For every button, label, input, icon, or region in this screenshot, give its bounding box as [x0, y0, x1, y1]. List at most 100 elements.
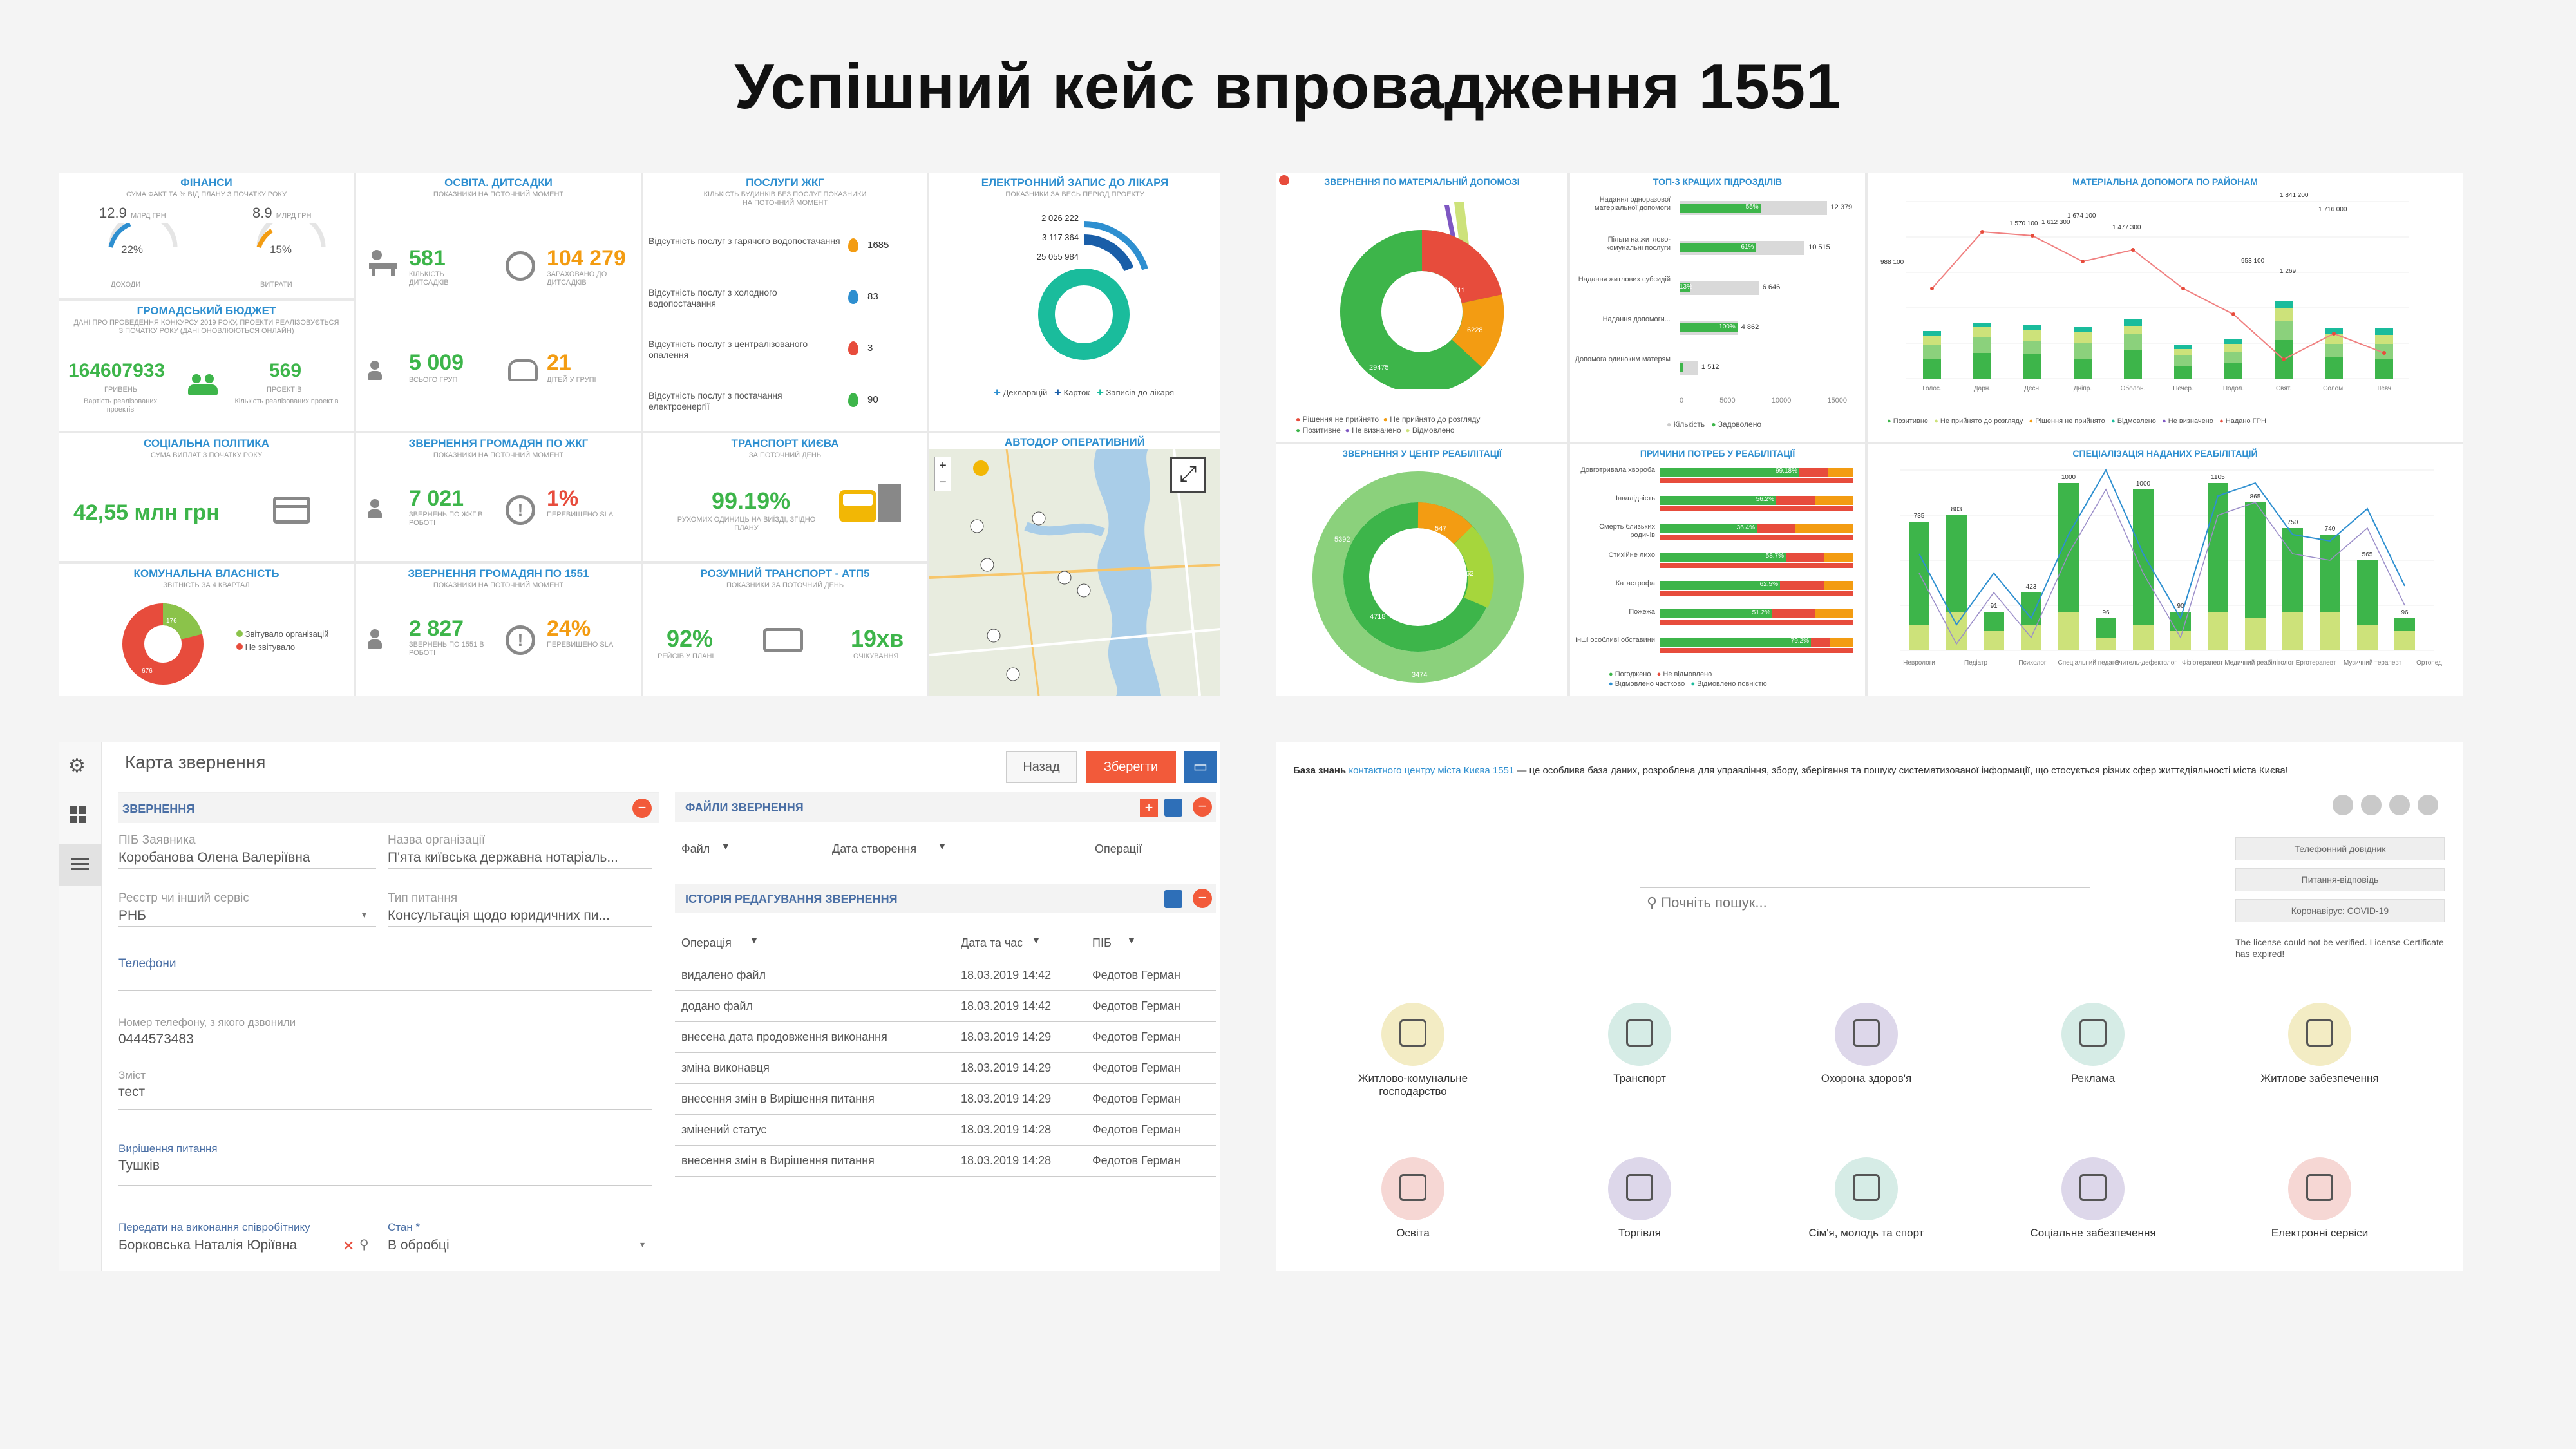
kb-category[interactable]: Електронні сервіси: [2236, 1157, 2403, 1240]
road-map-tile[interactable]: АВТОДОР ОПЕРАТИВНИЙ + − ⤢: [929, 433, 1220, 696]
history-col-date[interactable]: Дата та час: [961, 936, 1023, 950]
rehab-reasons-chart[interactable]: ПРИЧИНИ ПОТРЕБ У РЕАБІЛІТАЦІЇ Довготрива…: [1570, 444, 1865, 696]
chevron-down-icon[interactable]: ▾: [362, 909, 366, 920]
collapse-icon[interactable]: −: [1193, 889, 1212, 908]
export-icon[interactable]: [1164, 890, 1182, 908]
housing-services-tile[interactable]: ПОСЛУГИ ЖКГ КІЛЬКІСТЬ БУДИНКІВ БЕЗ ПОСЛУ…: [643, 173, 927, 431]
chevron-down-icon[interactable]: ▾: [640, 1239, 645, 1250]
housing-icon: [2288, 1003, 2351, 1066]
appeals-zhkg-subtitle: ПОКАЗНИКИ НА ПОТОЧНИЙ МОМЕНТ: [433, 451, 564, 459]
filter-icon[interactable]: ▼: [938, 841, 947, 851]
c3-bar-segment: [2023, 330, 2041, 341]
appeals-zhkg-count: 7 021: [409, 486, 464, 511]
kb-category[interactable]: Освіта: [1329, 1157, 1497, 1240]
history-col-who[interactable]: ПІБ: [1092, 936, 1112, 950]
rehab-center-chart[interactable]: ЗВЕРНЕННЯ У ЦЕНТР РЕАБІЛІТАЦІЇ 547 1962 …: [1276, 444, 1567, 696]
budget-tile[interactable]: ГРОМАДСЬКИЙ БЮДЖЕТ ДАНІ ПРО ПРОВЕДЕННЯ К…: [59, 301, 354, 431]
kb-category[interactable]: Сім'я, молодь та спорт: [1783, 1157, 1950, 1240]
callphone-field[interactable]: 0444573483: [118, 1032, 194, 1047]
history-col-op[interactable]: Операція: [681, 936, 732, 950]
clear-icon[interactable]: ✕: [343, 1238, 354, 1255]
budget-amount-label: ГРИВЕНЬ: [104, 386, 138, 393]
c3-x-tick: Солом.: [2323, 385, 2345, 392]
collapse-icon[interactable]: −: [632, 799, 652, 818]
c3-x-tick: Дарн.: [1974, 385, 1991, 392]
doctor-tile[interactable]: ЕЛЕКТРОННИЙ ЗАПИС ДО ЛІКАРЯ ПОКАЗНИКИ ЗА…: [929, 173, 1220, 431]
dashboard-icon[interactable]: [70, 806, 86, 823]
solution-textarea[interactable]: Тушків: [118, 1158, 160, 1173]
organization-select[interactable]: П'ята київська державна нотаріаль...: [388, 850, 618, 866]
budget-subtitle: ДАНІ ПРО ПРОВЕДЕННЯ КОНКУРСУ 2019 РОКУ, …: [73, 319, 339, 335]
district-aid-chart[interactable]: МАТЕРІАЛЬНА ДОПОМОГА ПО РАЙОНАМ Голос. Да…: [1868, 173, 2463, 442]
rehab-specialization-chart[interactable]: СПЕЦІАЛІЗАЦІЯ НАДАНИХ РЕАБІЛІТАЦІЙ 735 80…: [1868, 444, 2463, 696]
kb-category[interactable]: Охорона здоров'я: [1783, 1003, 1950, 1085]
finance-title: ФІНАНСИ: [180, 176, 232, 189]
question-type-select[interactable]: Консультація щодо юридичних пи...: [388, 908, 610, 923]
kb-intro-link[interactable]: контактного центру міста Києва 1551: [1349, 765, 1514, 776]
save-button[interactable]: Зберегти: [1086, 751, 1176, 783]
smart-transport-tile[interactable]: РОЗУМНИЙ ТРАНСПОРТ - АТП5 ПОКАЗНИКИ ЗА П…: [643, 564, 927, 696]
transport-tile[interactable]: ТРАНСПОРТ КИЄВА ЗА ПОТОЧНИЙ ДЕНЬ 99.19% …: [643, 433, 927, 561]
kb-category[interactable]: Соціальне забезпечення: [2009, 1157, 2177, 1240]
filter-icon[interactable]: ▼: [750, 935, 759, 945]
c5-bar-secondary: [1660, 535, 1853, 540]
kb-category[interactable]: Транспорт: [1556, 1003, 1723, 1085]
kb-category[interactable]: Житлово-комунальне господарство: [1329, 1003, 1497, 1098]
c3-bar-segment: [2375, 359, 2393, 379]
c2-leg-0: Кількість: [1673, 420, 1705, 429]
top-units-chart[interactable]: ТОП-3 КРАЩИХ ПІДРОЗДІЛІВ Надання однораз…: [1570, 173, 1865, 442]
covid-button[interactable]: Коронавірус: COVID-19: [2235, 899, 2445, 922]
content-textarea[interactable]: тест: [118, 1084, 145, 1100]
faq-button[interactable]: Питання-відповідь: [2235, 868, 2445, 891]
back-button[interactable]: Назад: [1006, 751, 1077, 783]
upload-icon[interactable]: [1164, 799, 1182, 817]
applicant-field[interactable]: Коробанова Олена Валеріївна: [118, 850, 310, 866]
map-zoom-in-button[interactable]: +: [935, 457, 951, 474]
social-tile[interactable]: СОЦІАЛЬНА ПОЛІТИКА СУМА ВИПЛАТ З ПОЧАТКУ…: [59, 433, 354, 561]
youtube-icon[interactable]: [2333, 795, 2353, 815]
filter-icon[interactable]: ▼: [1127, 935, 1136, 945]
kb-category[interactable]: Житлове забезпечення: [2236, 1003, 2403, 1085]
search-icon: ⚲: [1647, 895, 1658, 911]
appeals-1551-tile[interactable]: ЗВЕРНЕННЯ ГРОМАДЯН ПО 1551 ПОКАЗНИКИ НА …: [356, 564, 641, 696]
list-icon[interactable]: [59, 844, 102, 886]
collapse-icon[interactable]: −: [1193, 797, 1212, 817]
instagram-icon[interactable]: [2389, 795, 2410, 815]
search-icon[interactable]: ⚲: [359, 1236, 369, 1253]
telegram-icon[interactable]: [2418, 795, 2438, 815]
housing-row-label: Відсутність послуг з холодного водопоста…: [649, 287, 777, 308]
c5-bar-segment: [1772, 609, 1815, 618]
bus-icon: [839, 490, 876, 522]
filter-icon[interactable]: ▼: [721, 841, 730, 851]
c5-legend: ● Погоджено ● Не відмовлено ● Відмовлено…: [1609, 670, 1767, 688]
material-aid-chart[interactable]: ЗВЕРНЕННЯ ПО МАТЕРІАЛЬНІЙ ДОПОМОЗІ 5711 …: [1276, 173, 1567, 442]
state-select[interactable]: В обробці: [388, 1238, 450, 1253]
education-tile[interactable]: ОСВІТА. ДИТСАДКИ ПОКАЗНИКИ НА ПОТОЧНИЙ М…: [356, 173, 641, 431]
print-icon[interactable]: ▭: [1184, 751, 1217, 783]
registry-select[interactable]: РНБ: [118, 908, 146, 923]
c5-bar-segment: [1824, 553, 1853, 562]
expand-icon[interactable]: ⤢: [1170, 457, 1206, 493]
assignee-field[interactable]: Борковська Наталія Юріївна: [118, 1238, 297, 1253]
gear-icon[interactable]: ⚙: [68, 755, 86, 777]
map-zoom-out-button[interactable]: −: [935, 474, 951, 491]
add-file-button[interactable]: +: [1140, 799, 1158, 817]
history-who: Федотов Герман: [1092, 969, 1180, 981]
kb-category[interactable]: Реклама: [2009, 1003, 2177, 1085]
appeals-zhkg-tile[interactable]: ЗВЕРНЕННЯ ГРОМАДЯН ПО ЖКГ ПОКАЗНИКИ НА П…: [356, 433, 641, 561]
c5-bar-segment: [1795, 524, 1853, 533]
c3-bar-segment: [2023, 354, 2041, 379]
files-col-date[interactable]: Дата створення: [832, 842, 916, 856]
files-col-file[interactable]: Файл: [681, 842, 710, 856]
income-unit: млрд грн: [130, 212, 166, 220]
communal-tile[interactable]: КОМУНАЛЬНА ВЛАСНІСТЬ ЗВІТНІСТЬ ЗА 4 КВАР…: [59, 564, 354, 696]
filter-icon[interactable]: ▼: [1032, 935, 1041, 945]
facebook-icon[interactable]: [2361, 795, 2382, 815]
kb-category-label: Реклама: [2070, 1072, 2116, 1084]
kb-search-input[interactable]: ⚲ Почніть пошук...: [1640, 887, 2090, 918]
c5-pct-label: 58.7%: [1765, 553, 1784, 560]
phonebook-button[interactable]: Телефонний довідник: [2235, 837, 2445, 860]
finance-tile[interactable]: ФІНАНСИ СУМА ФАКТ ТА % ВІД ПЛАНУ З ПОЧАТ…: [59, 173, 354, 298]
kb-category[interactable]: Торгівля: [1556, 1157, 1723, 1240]
c4-label-2: 1962: [1458, 570, 1473, 578]
